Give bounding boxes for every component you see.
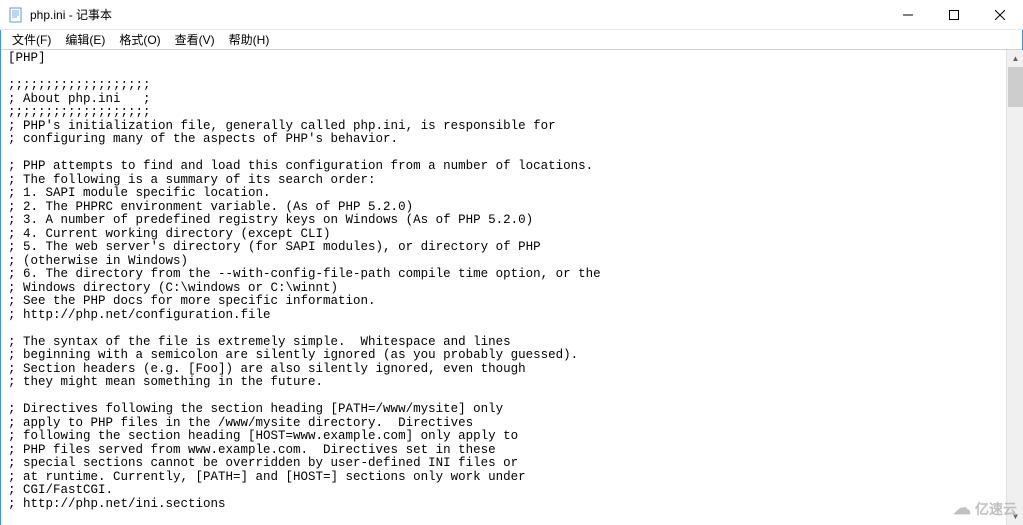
menu-edit[interactable]: 编辑(E) bbox=[59, 30, 111, 49]
scroll-down-arrow[interactable]: ▼ bbox=[1007, 508, 1023, 525]
vertical-scrollbar[interactable]: ▲ ▼ bbox=[1006, 50, 1023, 525]
window-controls bbox=[885, 0, 1023, 29]
window-title: php.ini - 记事本 bbox=[30, 6, 885, 23]
close-button[interactable] bbox=[977, 0, 1023, 29]
menu-help[interactable]: 帮助(H) bbox=[223, 30, 276, 49]
scroll-thumb[interactable] bbox=[1008, 67, 1023, 107]
maximize-button[interactable] bbox=[931, 0, 977, 29]
titlebar: php.ini - 记事本 bbox=[0, 0, 1023, 30]
menubar: 文件(F) 编辑(E) 格式(O) 查看(V) 帮助(H) bbox=[0, 30, 1023, 50]
menu-view[interactable]: 查看(V) bbox=[169, 30, 221, 49]
content-area: [PHP] ;;;;;;;;;;;;;;;;;;; ; About php.in… bbox=[0, 50, 1023, 525]
menu-file[interactable]: 文件(F) bbox=[6, 30, 57, 49]
menu-format[interactable]: 格式(O) bbox=[113, 30, 166, 49]
minimize-button[interactable] bbox=[885, 0, 931, 29]
text-editor[interactable]: [PHP] ;;;;;;;;;;;;;;;;;;; ; About php.in… bbox=[0, 50, 1006, 525]
notepad-icon bbox=[8, 7, 24, 23]
scroll-up-arrow[interactable]: ▲ bbox=[1007, 50, 1023, 67]
